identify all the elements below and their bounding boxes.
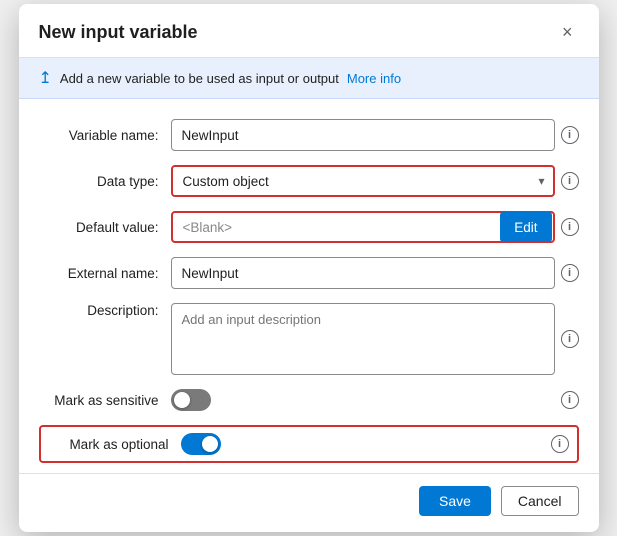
sensitive-toggle-track[interactable] [171, 389, 211, 411]
external-name-control: i [171, 257, 579, 289]
data-type-select-wrap: Text Number Boolean Object Custom object… [171, 165, 555, 197]
optional-toggle-track[interactable] [181, 433, 221, 455]
default-value-control: <Blank> Edit i [171, 211, 579, 243]
mark-sensitive-row: Mark as sensitive i [39, 389, 579, 411]
external-name-label: External name: [39, 266, 159, 281]
mark-optional-info-icon[interactable]: i [551, 435, 569, 453]
data-type-control: Text Number Boolean Object Custom object… [171, 165, 579, 197]
description-info-icon[interactable]: i [561, 330, 579, 348]
mark-optional-toggle[interactable] [181, 433, 221, 455]
default-value-text: <Blank> [173, 220, 494, 235]
external-name-row: External name: i [39, 257, 579, 289]
dialog-footer: Save Cancel [19, 473, 599, 532]
dialog-title: New input variable [39, 22, 198, 43]
data-type-info-icon[interactable]: i [561, 172, 579, 190]
variable-name-label: Variable name: [39, 128, 159, 143]
info-banner: ↥ Add a new variable to be used as input… [19, 58, 599, 99]
default-value-row: Default value: <Blank> Edit i [39, 211, 579, 243]
variable-name-input[interactable] [171, 119, 555, 151]
mark-optional-label: Mark as optional [49, 437, 169, 452]
optional-toggle-knob [202, 436, 218, 452]
default-value-field: <Blank> Edit [171, 211, 555, 243]
variable-name-info-icon[interactable]: i [561, 126, 579, 144]
dialog: New input variable × ↥ Add a new variabl… [19, 4, 599, 532]
default-value-info-icon[interactable]: i [561, 218, 579, 236]
more-info-link[interactable]: More info [347, 71, 401, 86]
default-value-label: Default value: [39, 220, 159, 235]
mark-sensitive-control: i [171, 389, 579, 411]
dialog-header: New input variable × [19, 4, 599, 58]
mark-optional-control: i [181, 433, 569, 455]
upload-icon: ↥ [39, 68, 52, 88]
description-row: Description: i [39, 303, 579, 375]
data-type-label: Data type: [39, 174, 159, 189]
mark-sensitive-label: Mark as sensitive [39, 393, 159, 408]
description-input[interactable] [171, 303, 555, 375]
cancel-button[interactable]: Cancel [501, 486, 579, 516]
close-button[interactable]: × [556, 20, 579, 45]
mark-optional-row: Mark as optional i [39, 425, 579, 463]
mark-sensitive-info-icon[interactable]: i [561, 391, 579, 409]
banner-text: Add a new variable to be used as input o… [60, 71, 339, 86]
description-control: i [171, 303, 579, 375]
save-button[interactable]: Save [419, 486, 491, 516]
mark-sensitive-toggle[interactable] [171, 389, 211, 411]
sensitive-toggle-knob [174, 392, 190, 408]
dialog-body: Variable name: i Data type: Text Number … [19, 99, 599, 473]
description-label: Description: [39, 303, 159, 318]
data-type-select[interactable]: Text Number Boolean Object Custom object… [171, 165, 555, 197]
variable-name-control: i [171, 119, 579, 151]
external-name-info-icon[interactable]: i [561, 264, 579, 282]
edit-button[interactable]: Edit [500, 212, 551, 242]
external-name-input[interactable] [171, 257, 555, 289]
data-type-row: Data type: Text Number Boolean Object Cu… [39, 165, 579, 197]
variable-name-row: Variable name: i [39, 119, 579, 151]
